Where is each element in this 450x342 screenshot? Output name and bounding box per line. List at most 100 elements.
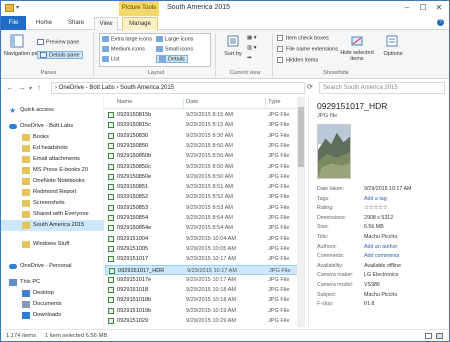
nav-item[interactable]: Documents (1, 299, 104, 310)
file-row[interactable]: 0929150854e 9/29/2015 8:54 AM JPG File (105, 223, 299, 233)
nav-item[interactable]: MS Press E-books 20 (1, 165, 104, 176)
file-type: JPG File (268, 276, 290, 283)
item-check-boxes-toggle[interactable]: Item check boxes (277, 35, 329, 41)
up-icon[interactable]: ↑ (37, 83, 41, 93)
details-view-icon[interactable] (425, 333, 432, 339)
column-divider[interactable] (183, 98, 184, 108)
tab-home[interactable]: Home (31, 17, 57, 30)
file-row[interactable]: 0929151017e 9/29/2015 10:17 AM JPG File (105, 275, 299, 285)
refresh-icon[interactable]: ⟳ (307, 83, 313, 91)
layout-details[interactable]: Details (156, 55, 188, 64)
tab-view[interactable]: View (94, 17, 118, 31)
file-row[interactable]: 0929151018b 9/29/2015 10:18 AM JPG File (105, 295, 299, 305)
file-row[interactable]: 0929150850e 9/29/2015 8:50 AM JPG File (105, 172, 299, 182)
details-pane-button[interactable]: Details pane (37, 51, 83, 60)
details-icon (159, 56, 166, 62)
nav-item[interactable]: Redmond Report (1, 187, 104, 198)
layout-medium-icons[interactable]: Medium icons (102, 46, 145, 52)
nav-item[interactable]: Shared with Everyone (1, 209, 104, 220)
nav-item[interactable]: Screenshots (1, 198, 104, 209)
property-value[interactable]: Add a tag (364, 196, 387, 202)
scrollbar-thumb[interactable] (298, 107, 304, 167)
tab-file[interactable]: File (1, 16, 26, 30)
file-row[interactable]: 0929150851 9/29/2015 8:51 AM JPG File (105, 182, 299, 192)
nav-item[interactable]: Email attachments (1, 154, 104, 165)
add-columns-icon[interactable]: ▥ ▾ (247, 45, 257, 51)
column-type-header[interactable]: Type (268, 99, 281, 105)
file-row[interactable]: 0929151018 9/29/2015 10:18 AM JPG File (105, 285, 299, 295)
checkbox-icon (277, 46, 283, 52)
column-name-header[interactable]: Name (117, 99, 132, 105)
search-input[interactable]: Search South America 2015 (319, 82, 445, 94)
nav-item[interactable]: Ed headshots (1, 143, 104, 154)
layout-small-icons[interactable]: Small icons (156, 46, 193, 52)
folder-icon[interactable] (5, 4, 14, 12)
file-row[interactable]: 0929151004 9/29/2015 10:04 AM JPG File (105, 234, 299, 244)
nav-item[interactable]: Downloads (1, 310, 104, 321)
file-name: 0929151017e (117, 276, 152, 283)
items-count: 1,174 items (6, 333, 36, 339)
file-row[interactable]: 0929150854 9/29/2015 8:54 AM JPG File (105, 213, 299, 223)
file-type: JPG File (268, 287, 290, 294)
ribbon: Navigation pane Preview pane Details pan… (1, 30, 449, 79)
quick-access-toolbar-arrow-icon[interactable]: ▾ (16, 4, 19, 11)
property-value[interactable]: Add comments (364, 253, 399, 259)
sort-by-icon[interactable] (226, 34, 240, 48)
file-row[interactable]: 0929150830 9/29/2015 8:30 AM JPG File (105, 131, 299, 141)
nav-item[interactable]: South America 2015 (1, 220, 104, 231)
column-divider[interactable] (265, 98, 266, 108)
large-icons-view-icon[interactable] (436, 333, 443, 339)
file-row[interactable]: 0929151019b 9/29/2015 10:19 AM JPG File (105, 306, 299, 316)
nav-item[interactable]: OneDrive - Bott Labs (1, 121, 104, 132)
sort-by-button[interactable]: Sort by (223, 51, 243, 57)
options-button[interactable]: Options (382, 51, 404, 57)
nav-item[interactable]: Books (1, 132, 104, 143)
layout-extra-large-icons[interactable]: Extra large icons (102, 36, 152, 42)
size-columns-icon[interactable]: ⇹ (247, 55, 252, 61)
file-row[interactable]: 0929150815c 9/29/2015 8:15 AM JPG File (105, 120, 299, 130)
address-bar[interactable]: › OneDrive - Bott Labs › South America 2… (51, 82, 305, 94)
options-icon[interactable] (385, 34, 399, 48)
column-date-header[interactable]: Date (186, 99, 198, 105)
help-icon[interactable]: ? (437, 19, 444, 26)
hidden-items-toggle[interactable]: Hidden items (277, 57, 318, 63)
file-row[interactable]: 0929150850b 9/29/2015 8:50 AM JPG File (105, 151, 299, 161)
nav-item[interactable]: ★ Quick access (1, 105, 104, 116)
nav-item[interactable]: This PC (1, 277, 104, 288)
hide-selected-items-button[interactable]: Hide selected items (338, 50, 376, 62)
forward-icon[interactable]: → (18, 83, 26, 93)
file-row[interactable]: 0929151017_HDR 9/29/2015 10:17 AM JPG File (105, 264, 299, 275)
group-by-icon[interactable]: ▦ ▾ (247, 35, 257, 41)
tab-share[interactable]: Share (62, 17, 90, 30)
maximize-icon[interactable]: ☐ (417, 3, 429, 13)
file-row[interactable]: 0929150852 9/29/2015 8:52 AM JPG File (105, 192, 299, 202)
file-row[interactable]: 0929151005 9/29/2015 10:05 AM JPG File (105, 244, 299, 254)
layout-large-icons[interactable]: Large icons (156, 36, 193, 42)
hide-selected-items-icon[interactable] (350, 34, 364, 48)
file-row[interactable]: 0929150815b 9/29/2015 8:15 AM JPG File (105, 110, 299, 120)
close-icon[interactable]: ✕ (433, 3, 445, 13)
file-type: JPG File (268, 122, 290, 129)
preview-pane-button[interactable]: Preview pane (37, 39, 79, 45)
nav-item[interactable]: Windows Stuff (1, 239, 104, 250)
file-row[interactable]: 0929150850 9/29/2015 8:50 AM JPG File (105, 141, 299, 151)
nav-item[interactable]: OneNote Notebooks (1, 176, 104, 187)
file-row[interactable]: 0929151029 9/29/2015 10:29 AM JPG File (105, 316, 299, 326)
navigation-pane-icon[interactable] (10, 34, 24, 48)
nav-item[interactable]: OneDrive - Personal (1, 261, 104, 272)
file-row[interactable]: 0929150853 9/29/2015 8:53 AM JPG File (105, 203, 299, 213)
property-value[interactable]: Add an author (364, 244, 397, 250)
file-name-extensions-toggle[interactable]: File name extensions (277, 46, 338, 52)
photo-thumbnail (317, 124, 351, 179)
nav-item[interactable]: Desktop (1, 288, 104, 299)
layout-list[interactable]: List (102, 56, 120, 62)
tab-manage[interactable]: Manage (122, 17, 158, 31)
file-row[interactable]: 0929151017 9/29/2015 10:17 AM JPG File (105, 254, 299, 264)
file-row[interactable]: 0929150850c 9/29/2015 8:50 AM JPG File (105, 162, 299, 172)
file-list-scrollbar[interactable] (297, 97, 305, 327)
minimize-icon[interactable]: – (401, 3, 413, 13)
back-icon[interactable]: ← (6, 83, 14, 93)
image-file-icon (108, 215, 114, 221)
recent-locations-icon[interactable]: ▾ (29, 84, 32, 94)
navigation-pane-button[interactable]: Navigation pane (4, 51, 44, 57)
